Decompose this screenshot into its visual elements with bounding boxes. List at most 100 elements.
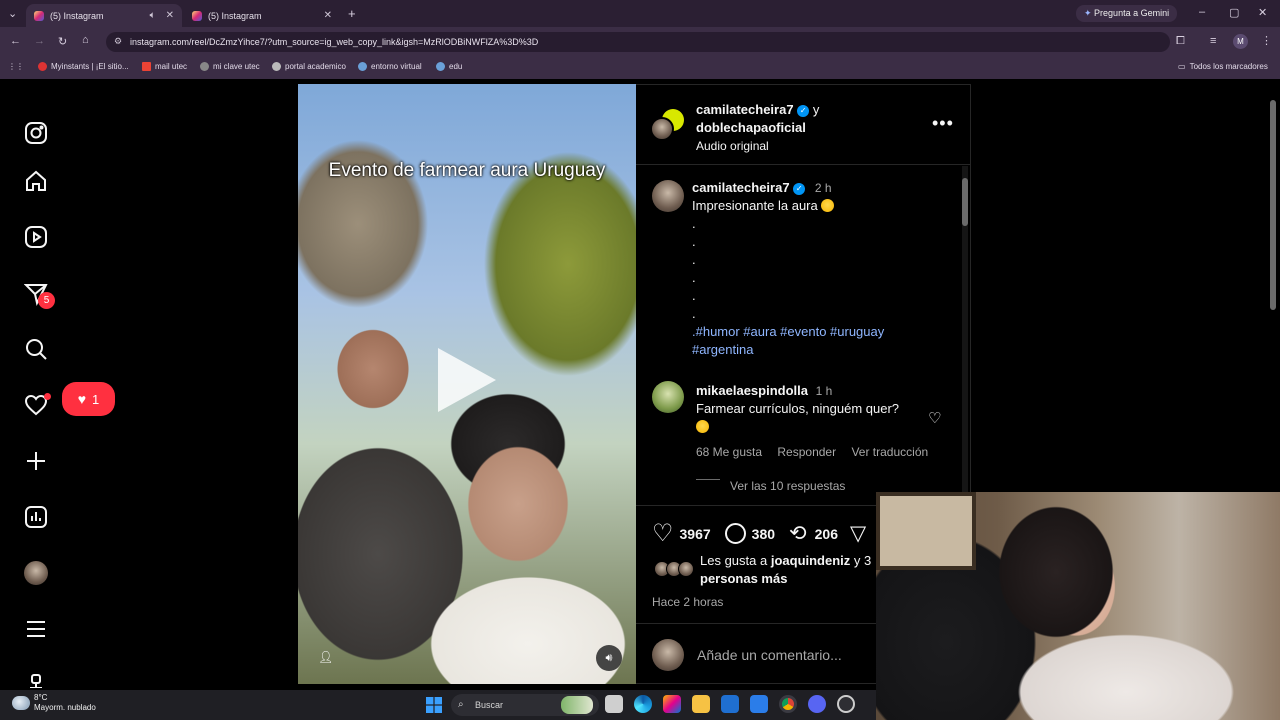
tab-search-icon[interactable]: ≡ [1210, 35, 1216, 47]
create-icon[interactable] [24, 449, 48, 473]
copilot-icon[interactable] [663, 695, 681, 713]
collab-username[interactable]: doblechapaoficial [696, 120, 806, 135]
discord-icon[interactable] [808, 695, 826, 713]
tab-instagram-1[interactable]: (5) Instagram 🔈︎ ✕ [26, 4, 182, 27]
like-icon[interactable]: ♡ [652, 521, 674, 545]
store-icon[interactable] [721, 695, 739, 713]
app-icon[interactable] [837, 695, 855, 713]
caption-username[interactable]: camilatecheira7 [692, 180, 790, 195]
mail-icon[interactable] [750, 695, 768, 713]
comment-like-icon[interactable]: ♡ [928, 409, 941, 427]
bookmark-portal-academico[interactable]: portal academico [272, 62, 346, 71]
address-bar[interactable]: ⚙︎ instagram.com/reel/DcZmzYihce7/?utm_s… [106, 32, 1170, 52]
my-avatar [652, 639, 684, 671]
site-info-icon[interactable]: ⚙︎ [114, 36, 122, 47]
reposts-count[interactable]: 206 [815, 526, 838, 542]
chrome-icon[interactable] [779, 695, 797, 713]
minimize-icon[interactable]: – [1199, 6, 1205, 18]
tab-instagram-2[interactable]: (5) Instagram ✕ [184, 4, 340, 27]
mute-button[interactable]: 🔊︎ [596, 645, 622, 671]
globe-icon [272, 62, 281, 71]
close-icon[interactable]: ✕ [166, 10, 174, 21]
insights-icon[interactable] [24, 505, 48, 529]
extensions-icon[interactable]: ⧠ [1176, 35, 1185, 48]
file-explorer-icon[interactable] [692, 695, 710, 713]
comments-count[interactable]: 380 [752, 526, 775, 542]
comment-reply-button[interactable]: Responder [777, 445, 836, 459]
profile-avatar[interactable]: M [1233, 34, 1248, 49]
windows-start-icon[interactable] [426, 697, 442, 713]
reel-video[interactable]: Evento de farmear aura Uruguay 👤︎ 🔊︎ [298, 84, 636, 684]
bookmark-entorno-virtual[interactable]: entorno virtual [358, 62, 422, 71]
gmail-icon [142, 62, 151, 71]
repost-icon[interactable]: ⟲ [789, 521, 807, 546]
notification-popup[interactable]: ♥ 1 [62, 382, 115, 416]
more-options-icon[interactable]: ••• [932, 113, 954, 134]
bookmark-mi-clave-utec[interactable]: mi clave utec [200, 62, 260, 71]
comment-icon[interactable] [724, 523, 746, 544]
audio-link[interactable]: Audio original [696, 139, 769, 153]
notification-count: 1 [92, 391, 100, 407]
page-scrollbar[interactable] [1270, 84, 1278, 484]
bookmark-mail-utec[interactable]: mail utec [142, 62, 187, 71]
tagged-people-icon[interactable]: 👤︎ [318, 650, 333, 664]
task-view-icon[interactable] [605, 695, 623, 713]
reload-icon[interactable]: ↻ [58, 35, 67, 48]
caption-hashtag-argentina[interactable]: #argentina [692, 342, 753, 357]
caption-avatar[interactable] [652, 180, 684, 212]
liked-by-avatars[interactable] [654, 561, 694, 577]
bookmark-myinstants[interactable]: Myinstants | ¡El sitio... [38, 62, 129, 71]
collab-avatar-1[interactable] [650, 117, 674, 141]
all-bookmarks[interactable]: ▭ Todos los marcadores [1178, 62, 1268, 71]
weather-widget[interactable]: 8°C Mayorm. nublado [34, 693, 96, 713]
weather-temp: 8°C [34, 693, 48, 702]
comment-avatar[interactable] [652, 381, 684, 413]
bookmark-edu[interactable]: edu [436, 62, 462, 71]
threads-icon[interactable] [24, 672, 48, 688]
edge-icon[interactable] [634, 695, 652, 713]
share-icon[interactable]: ▽ [850, 521, 866, 546]
author-joiner: y [812, 102, 820, 117]
back-icon[interactable]: ← [10, 35, 21, 47]
comment-actions: 68 Me gusta Responder Ver traducción [696, 445, 928, 459]
close-window-icon[interactable]: ✕ [1258, 6, 1267, 19]
home-icon[interactable] [24, 169, 48, 193]
scrollbar-thumb[interactable] [962, 178, 968, 226]
tab-search-chevron-icon[interactable]: ⌄ [8, 7, 17, 20]
liked-by-username[interactable]: joaquindeniz [771, 553, 850, 568]
gemini-label: Pregunta a Gemini [1094, 8, 1170, 18]
reels-icon[interactable] [24, 225, 48, 249]
comment-likes[interactable]: 68 Me gusta [696, 445, 762, 459]
taskbar-search[interactable]: ⌕ Buscar [451, 694, 599, 716]
view-replies-button[interactable]: Ver las 10 respuestas [730, 479, 845, 493]
likes-count[interactable]: 3967 [680, 526, 711, 542]
comment-translate-button[interactable]: Ver traducción [851, 445, 928, 459]
apps-icon[interactable]: ⋮⋮ [8, 62, 24, 71]
more-menu-icon[interactable] [24, 617, 48, 641]
bookmark-favicon-icon [200, 62, 209, 71]
wall-picture [876, 492, 976, 570]
scrollbar-thumb[interactable] [1270, 100, 1276, 310]
forward-icon[interactable]: → [34, 35, 45, 47]
liked-by-others[interactable]: personas más [700, 571, 787, 586]
maximize-icon[interactable]: ▢ [1229, 6, 1239, 19]
play-icon[interactable] [438, 348, 496, 412]
caption-hashtags[interactable]: .#humor #aura #evento #uruguay [692, 324, 884, 339]
new-tab-icon[interactable]: + [348, 6, 356, 21]
home-icon[interactable]: ⌂ [82, 34, 89, 46]
search-icon[interactable] [24, 337, 48, 361]
comment-input[interactable]: Añade un comentario... [697, 647, 842, 663]
menu-icon[interactable]: ⋮ [1261, 34, 1272, 47]
profile-avatar[interactable] [24, 561, 48, 585]
close-icon[interactable]: ✕ [324, 10, 332, 21]
author-username[interactable]: camilatecheira7 [696, 102, 794, 117]
gemini-button[interactable]: ✦ Pregunta a Gemini [1076, 5, 1178, 22]
comments-scrollbar[interactable] [962, 166, 968, 496]
heart-icon: ♥ [77, 391, 87, 407]
caption-dots: ...... [692, 216, 696, 321]
comment-username[interactable]: mikaelaespindolla [696, 383, 808, 398]
instagram-logo-icon[interactable] [24, 121, 48, 145]
bookmark-label: edu [449, 62, 463, 71]
weather-icon[interactable] [12, 696, 30, 710]
audio-icon[interactable]: 🔈︎ [150, 10, 156, 21]
